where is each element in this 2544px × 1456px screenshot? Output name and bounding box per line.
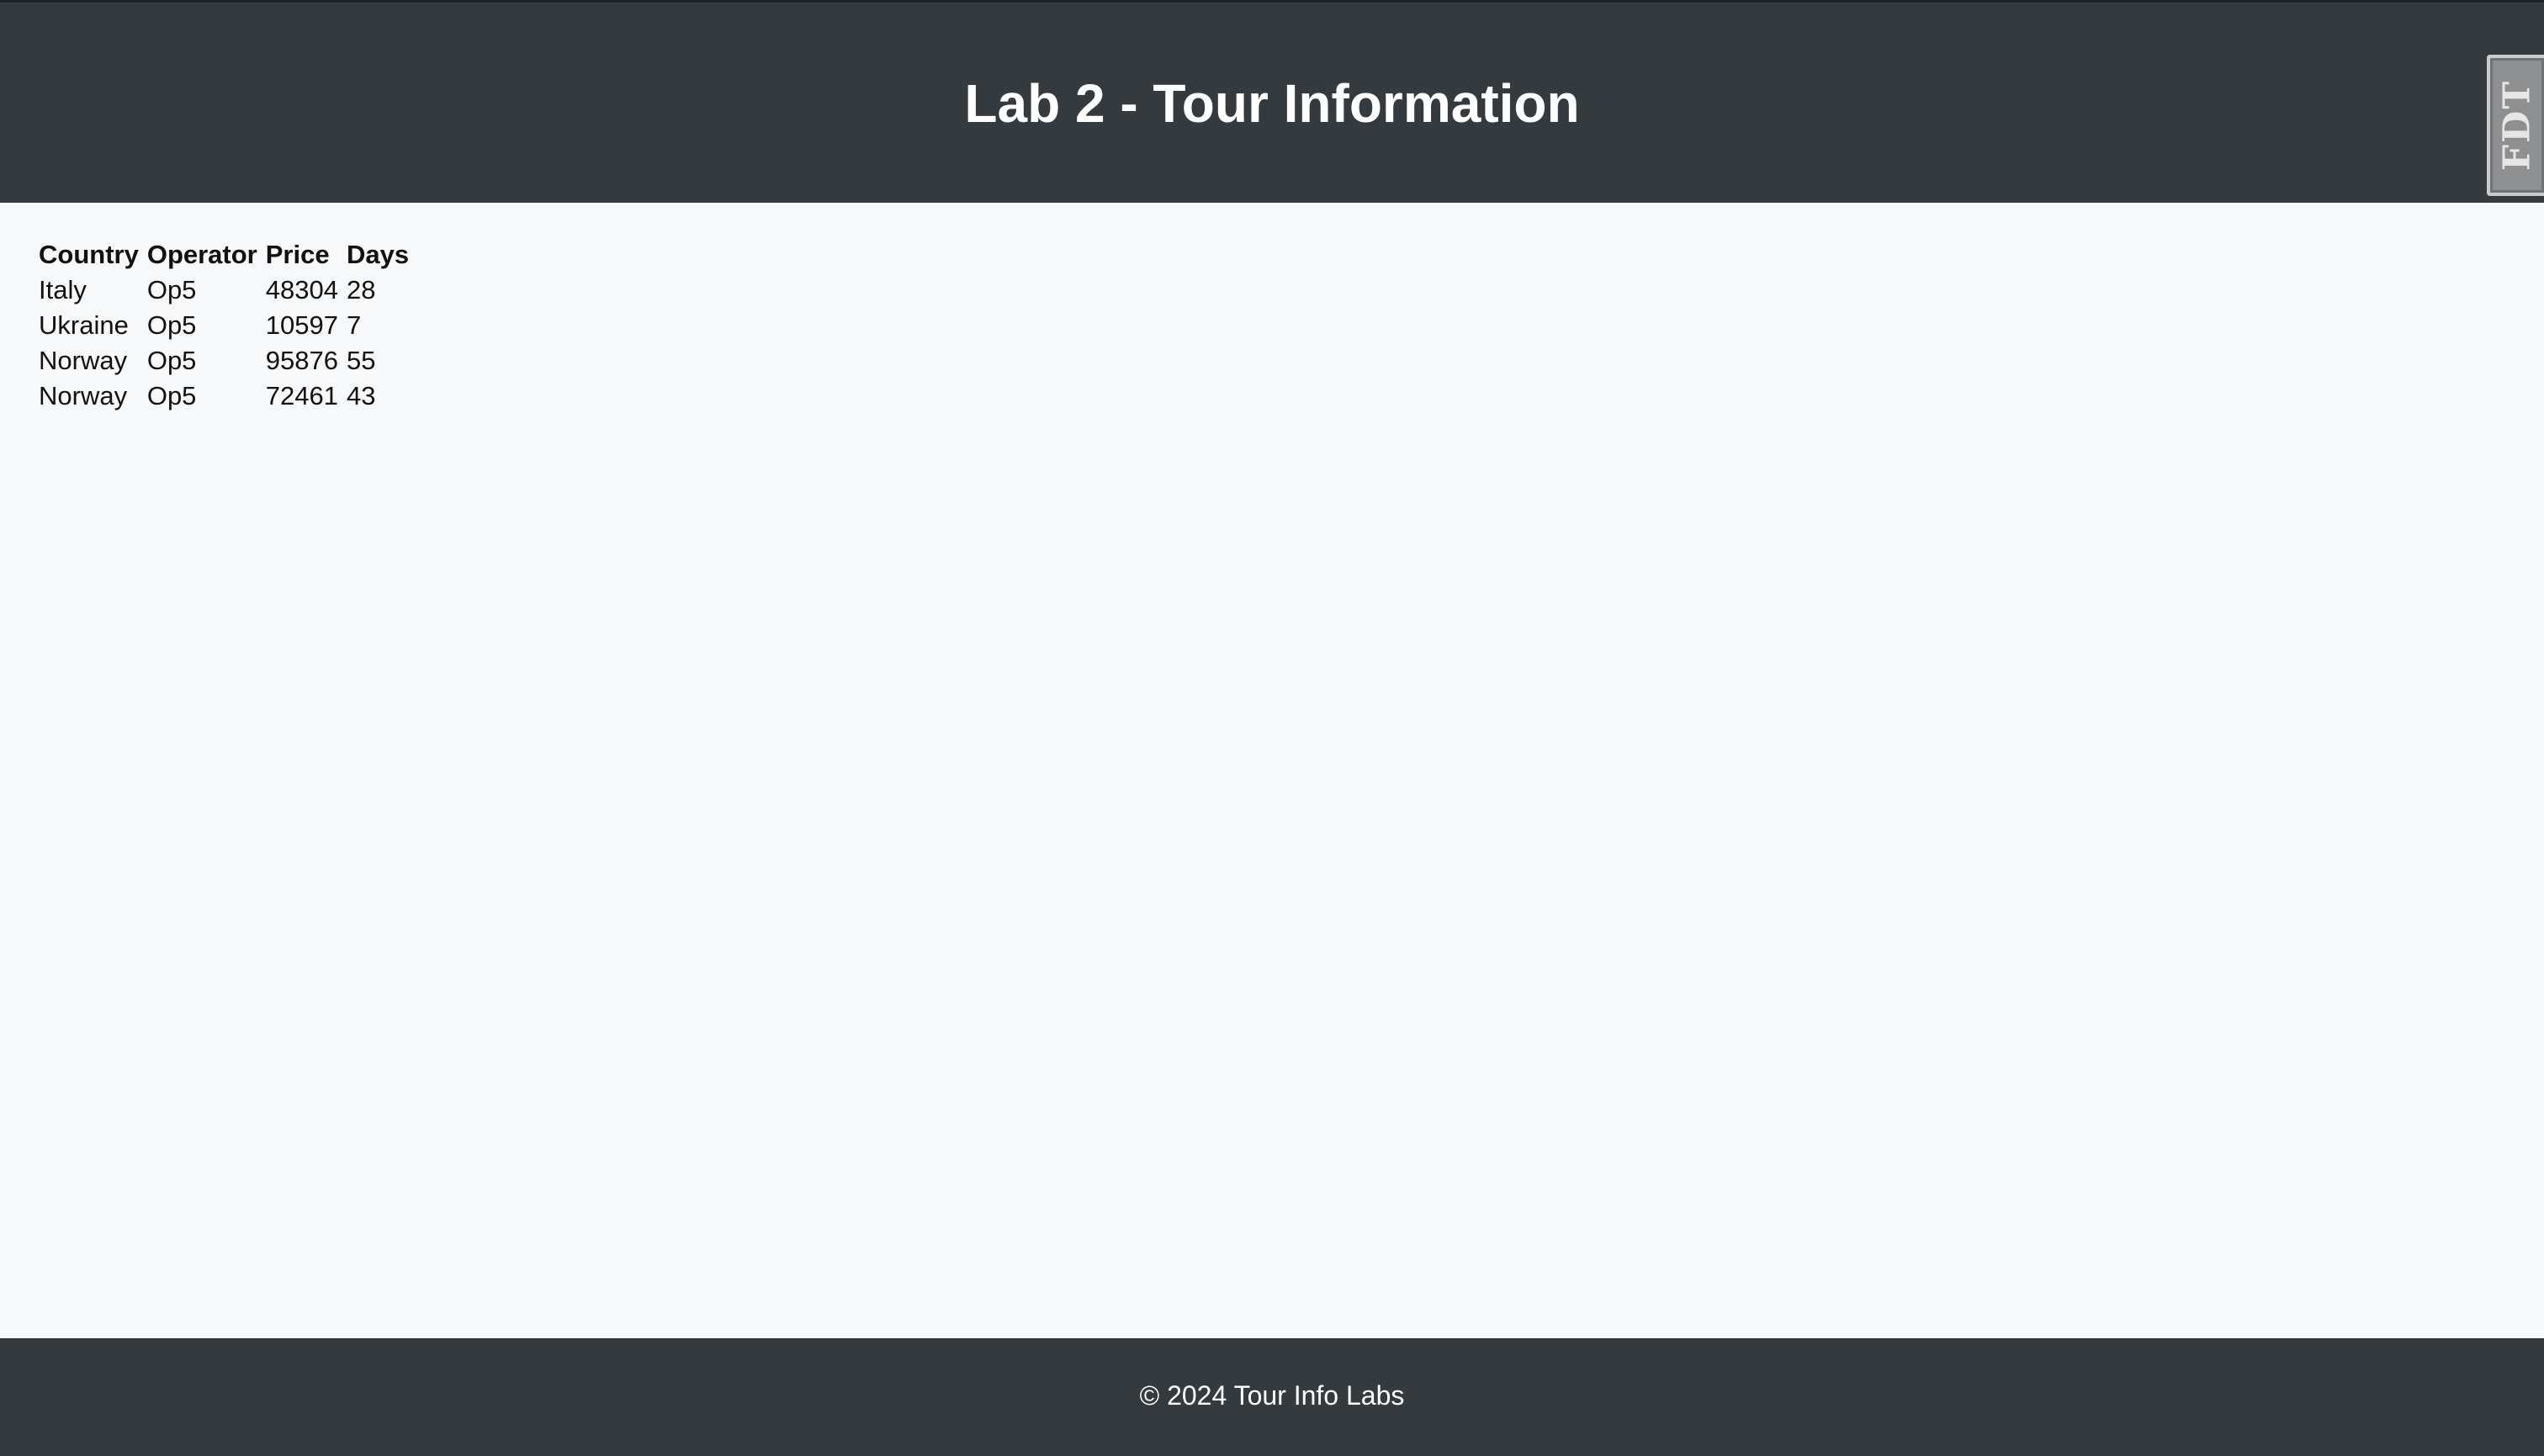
cell-operator: Op5 — [146, 275, 197, 304]
page-header: Lab 2 - Tour Information FDT — [0, 0, 2544, 203]
page-footer: © 2024 Tour Info Labs — [0, 1338, 2544, 1456]
footer-copyright: © 2024 Tour Info Labs — [1139, 1380, 1405, 1411]
column-header-price: Price — [265, 240, 330, 269]
cell-days: 28 — [346, 275, 376, 304]
fdt-tab-label: FDT — [2495, 79, 2539, 172]
cell-price: 95876 — [265, 346, 338, 375]
table-row: Ukraine Op5 10597 7 — [39, 310, 412, 341]
column-header-country: Country — [39, 240, 139, 269]
table-header-row: Country Operator Price Days — [39, 239, 412, 271]
cell-operator: Op5 — [146, 346, 197, 375]
cell-price: 48304 — [265, 275, 338, 304]
column-header-days: Days — [346, 240, 410, 269]
table-row: Italy Op5 48304 28 — [39, 274, 412, 306]
cell-days: 43 — [346, 381, 376, 410]
main-content: Country Operator Price Days Italy Op5 48… — [34, 236, 417, 416]
cell-country: Norway — [39, 346, 128, 375]
cell-days: 55 — [346, 346, 376, 375]
fdt-extension-tab[interactable]: FDT — [2487, 55, 2544, 196]
cell-country: Italy — [39, 275, 87, 304]
cell-price: 72461 — [265, 381, 338, 410]
cell-operator: Op5 — [146, 381, 197, 410]
cell-country: Ukraine — [39, 310, 129, 340]
tour-table: Country Operator Price Days Italy Op5 48… — [34, 236, 417, 416]
cell-country: Norway — [39, 381, 128, 410]
table-row: Norway Op5 95876 55 — [39, 345, 412, 377]
column-header-operator: Operator — [146, 240, 257, 269]
cell-operator: Op5 — [146, 310, 197, 340]
cell-price: 10597 — [265, 310, 338, 340]
table-row: Norway Op5 72461 43 — [39, 380, 412, 412]
page-title: Lab 2 - Tour Information — [964, 73, 1580, 134]
cell-days: 7 — [346, 310, 362, 340]
